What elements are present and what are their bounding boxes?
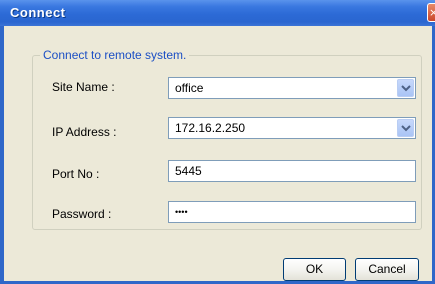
site-name-value: office [175,81,204,95]
port-label: Port No : [52,167,100,181]
close-button[interactable]: × [427,3,435,22]
ip-address-combobox[interactable]: 172.16.2.250 [168,117,416,139]
ip-address-value: 172.16.2.250 [175,121,246,135]
port-value: 5445 [175,164,202,178]
password-label: Password : [52,207,112,221]
chevron-down-icon [401,125,411,132]
password-value: •••• [175,207,188,217]
group-legend: Connect to remote system. [40,48,190,62]
password-input[interactable]: •••• [168,201,416,223]
ip-address-dropdown-button[interactable] [397,119,414,137]
close-icon: × [429,6,435,19]
cancel-button[interactable]: Cancel [355,258,419,281]
chevron-down-icon [401,85,411,92]
window-title: Connect [10,5,66,20]
site-name-dropdown-button[interactable] [397,79,414,97]
ok-button[interactable]: OK [283,258,346,281]
title-bar[interactable]: Connect × [0,0,435,26]
ip-address-label: IP Address : [52,125,117,139]
site-name-combobox[interactable]: office [168,77,416,99]
site-name-label: Site Name : [52,80,115,94]
port-input[interactable]: 5445 [168,160,416,182]
